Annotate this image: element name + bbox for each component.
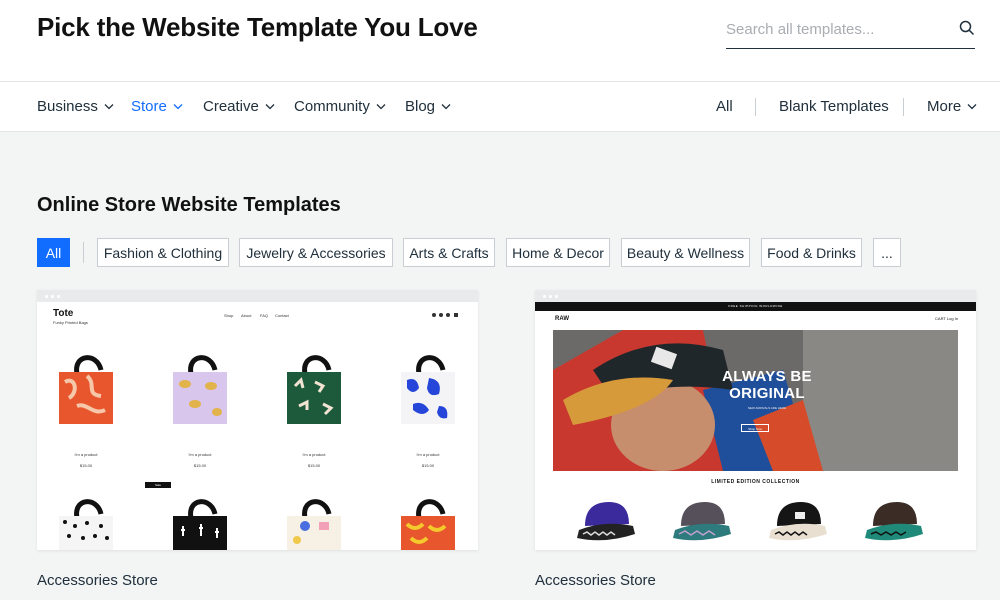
filter-chip-all[interactable]: All [37,238,70,267]
filter-chip-home[interactable]: Home & Decor [506,238,610,267]
nav-item-all[interactable]: All [716,98,733,115]
product-price: $15.00 [421,463,435,468]
chevron-down-icon [173,104,183,110]
filter-divider [83,242,84,263]
green-tote-bag-image [287,355,341,424]
product-name: I'm a product [302,452,326,457]
page-title: Pick the Website Template You Love [37,12,478,42]
filter-chip-more[interactable]: ... [873,238,901,267]
preview-nav-item: About [241,313,252,318]
nav-item-label: All [716,98,733,115]
product-name: I'm a product [188,452,212,457]
collection-heading: LIMITED EDITION COLLECTION [711,479,800,485]
banana-tote-bag-image [401,499,455,550]
product-price: $15.00 [193,463,207,468]
nav-item-more[interactable]: More [927,98,977,115]
grey-cap-image [673,502,731,541]
template-card[interactable]: FREE SHIPPING WORLDWIDE RAW CART Log In … [535,290,976,589]
brown-cap-image [865,502,923,541]
product-price: $15.00 [307,463,321,468]
nav-item-label: Business [37,98,98,115]
filter-chip-beauty[interactable]: Beauty & Wellness [621,238,750,267]
purple-cap-image [577,502,635,541]
black-cactus-tote-bag-image [173,499,227,550]
nav-item-creative[interactable]: Creative [203,98,275,115]
dotted-tote-bag-image [59,499,113,550]
template-preview-tote[interactable]: Tote Funky Printed Bags Shop About FAQ C… [37,290,478,550]
nav-item-blog[interactable]: Blog [405,98,451,115]
nav-item-label: Blog [405,98,436,115]
nav-item-label: More [927,98,962,115]
sale-badge: Sale [145,482,171,488]
product-price: $15.00 [79,463,93,468]
nav-divider [755,98,756,116]
chevron-down-icon [104,104,114,110]
preview-logo: RAW [555,316,569,322]
header: Pick the Website Template You Love [0,0,1000,82]
preview-nav-item: Contact [275,313,289,318]
lilac-tote-bag-image [173,355,227,424]
nav-item-store[interactable]: Store [131,98,183,115]
filter-chip-food[interactable]: Food & Drinks [761,238,862,267]
search-icon[interactable] [959,20,975,36]
nav-item-label: Creative [203,98,259,115]
preview-nav-item: Shop [224,313,234,318]
template-card[interactable]: Tote Funky Printed Bags Shop About FAQ C… [37,290,478,589]
nav-item-label: Store [131,98,167,115]
chevron-down-icon [441,104,451,110]
product-name: I'm a product [416,452,440,457]
hero-title: ALWAYS BE ORIGINAL [722,368,812,402]
filter-chip-fashion[interactable]: Fashion & Clothing [97,238,229,267]
black-cap-image [769,502,827,541]
nav-item-blank-templates[interactable]: Blank Templates [779,98,889,115]
template-preview-raw[interactable]: FREE SHIPPING WORLDWIDE RAW CART Log In … [535,290,976,550]
filter-chip-arts[interactable]: Arts & Crafts [403,238,495,267]
search-input[interactable] [726,18,951,40]
preview-nav-item: FAQ [260,313,269,318]
chevron-down-icon [265,104,275,110]
nav-item-label: Community [294,98,370,115]
nav-item-community[interactable]: Community [294,98,386,115]
chevron-down-icon [967,104,977,110]
nav-item-business[interactable]: Business [37,98,114,115]
chevron-down-icon [376,104,386,110]
section-title: Online Store Website Templates [37,194,341,216]
orange-tote-bag-image [59,355,113,424]
nav-item-label: Blank Templates [779,98,889,115]
browser-bar [535,290,976,302]
shipping-banner: FREE SHIPPING WORLDWIDE [535,302,976,311]
browser-bar [37,290,478,302]
template-name[interactable]: Accessories Store [37,572,478,589]
hero-subtitle: NEW ARRIVALS ARE HERE [747,406,787,410]
nav-divider [903,98,904,116]
template-name[interactable]: Accessories Store [535,572,976,589]
filter-chip-jewelry[interactable]: Jewelry & Accessories [239,238,393,267]
pastel-tote-bag-image [287,499,341,550]
product-name: I'm a product [74,452,98,457]
category-nav: Business Store Creative Community Blog A… [0,82,1000,132]
preview-tagline: Funky Printed Bags [53,320,88,325]
search-box[interactable] [726,12,975,49]
blue-tote-bag-image [401,355,455,424]
social-icons [432,313,458,317]
preview-logo: Tote [53,308,74,319]
preview-header-icons: CART Log In [935,316,958,321]
hero-shop-button: Shop Now [741,424,769,432]
